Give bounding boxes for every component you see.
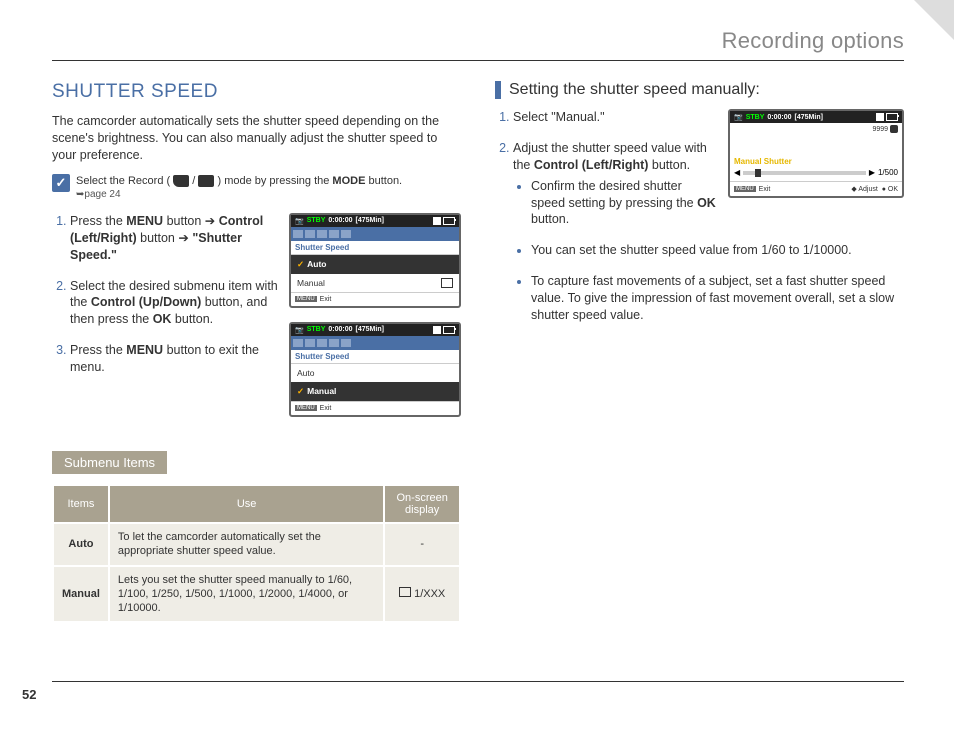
menu-item-auto: Auto [291,364,459,382]
menu-item-manual: Manual [291,274,459,292]
remain-label: [475Min] [356,217,384,224]
exit-label: Exit [320,296,332,303]
stby-label: STBY [307,217,326,224]
mode-note: ✓ Select the Record ( / ) mode by pressi… [52,174,461,201]
remain-label: [475Min] [356,326,384,333]
shutter-icon [399,587,411,597]
time-label: 0:00:00 [767,114,791,121]
slider-right-icon: ▶ [869,168,875,177]
size-icon [890,125,898,133]
stby-label: STBY [307,326,326,333]
photo-count: 9999 [730,123,902,135]
mode-chip-icon: 📷 [295,217,304,225]
left-column: SHUTTER SPEED The camcorder automaticall… [52,81,461,623]
th-items: Items [53,485,109,523]
menu-tab-row [291,336,459,350]
menu-item-auto: ✓Auto [291,255,459,274]
content-columns: SHUTTER SPEED The camcorder automaticall… [52,81,904,623]
ok-icon: ● [882,186,886,193]
intro-text: The camcorder automatically sets the shu… [52,113,461,164]
mode-chip-icon: 📷 [734,113,743,121]
stby-label: STBY [746,114,765,121]
battery-icon [886,113,898,121]
shutter-icon [441,386,453,396]
menu-title: Shutter Speed [291,241,459,255]
cell-use: Lets you set the shutter speed manually … [109,566,384,623]
table-row: Auto To let the camcorder automatically … [53,523,460,566]
steps-area: Press the MENU button ➔ Control (Left/Ri… [52,213,461,431]
step-2: Select the desired submenu item with the… [70,278,279,329]
exit-label: Exit [320,405,332,412]
remain-label: [475Min] [795,114,823,121]
page-header: Recording options [52,28,904,61]
right-sub-2: You can set the shutter speed value from… [531,242,904,259]
menu-badge: MENU [734,186,756,192]
adjust-label: Adjust [858,186,877,193]
slider-label: Manual Shutter [734,157,898,166]
check-icon: ✓ [52,174,70,192]
exit-label: Exit [759,186,771,193]
submenu-table: Items Use On-screen display Auto To let … [52,484,461,623]
page-number: 52 [22,687,36,702]
time-label: 0:00:00 [328,326,352,333]
step-1: Press the MENU button ➔ Control (Left/Ri… [70,213,279,264]
subsection-heading: Setting the shutter speed manually: [495,81,904,99]
cell-item: Auto [53,523,109,566]
right-sub-list: Confirm the desired shutter speed settin… [513,178,904,324]
th-use: Use [109,485,384,523]
battery-icon [443,217,455,225]
sd-icon [433,326,441,334]
page-reference: ➥page 24 [76,188,402,201]
footer-rule [52,681,904,682]
menu-title: Shutter Speed [291,350,459,364]
slider-left-icon: ◀ [734,168,740,177]
page-corner-fold [914,0,954,40]
mode-chip-icon: 📷 [295,326,304,334]
shutter-icon [441,278,453,288]
time-label: 0:00:00 [328,217,352,224]
photo-mode-icon [198,175,214,187]
slider-value: 1/500 [878,168,898,177]
note-text: Select the Record ( / ) mode by pressing… [76,174,402,201]
lcd-screen-auto: 📷 STBY 0:00:00 [475Min] Shutter Speed ✓A… [289,213,461,308]
menu-badge: MENU [295,296,317,302]
section-heading: SHUTTER SPEED [52,81,461,103]
shutter-slider: ◀ ▶ 1/500 [734,168,898,177]
cell-display: - [384,523,460,566]
table-row: Manual Lets you set the shutter speed ma… [53,566,460,623]
sd-icon [876,113,884,121]
th-display: On-screen display [384,485,460,523]
video-mode-icon [173,175,189,187]
cell-display: 1/XXX [384,566,460,623]
lcd-screen-slider: 📷 STBY 0:00:00 [475Min] 9999 Manual Shut… [728,109,904,198]
cell-item: Manual [53,566,109,623]
step-3: Press the MENU button to exit the menu. [70,342,279,376]
lcd-screenshots: 📷 STBY 0:00:00 [475Min] Shutter Speed ✓A… [289,213,461,431]
ok-label: OK [888,186,898,193]
submenu-heading: Submenu Items [52,451,167,474]
menu-item-manual: ✓Manual [291,382,459,401]
steps-list: Press the MENU button ➔ Control (Left/Ri… [52,213,279,376]
lcd-screen-manual: 📷 STBY 0:00:00 [475Min] Shutter Speed Au… [289,322,461,417]
battery-icon [443,326,455,334]
cell-use: To let the camcorder automatically set t… [109,523,384,566]
menu-badge: MENU [295,405,317,411]
manual-page: Recording options SHUTTER SPEED The camc… [0,0,954,730]
right-sub-3: To capture fast movements of a subject, … [531,273,904,324]
adjust-icon: ◆ [851,186,856,193]
right-column: Setting the shutter speed manually: 📷 ST… [495,81,904,623]
sd-icon [433,217,441,225]
menu-tab-row [291,227,459,241]
